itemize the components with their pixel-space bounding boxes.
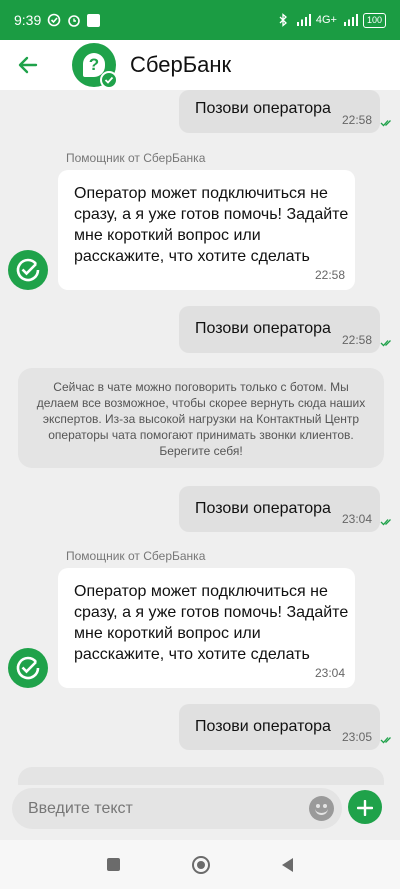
read-ticks-icon <box>380 519 391 526</box>
message-time: 23:05 <box>341 730 372 744</box>
message-time: 23:04 <box>314 666 345 680</box>
sender-name: Помощник от СберБанка <box>66 549 206 563</box>
network-type: 4G+ <box>315 14 337 26</box>
chat-title: СберБанк <box>130 52 232 77</box>
incoming-message[interactable]: Оператор может подключиться не сразу, а … <box>58 170 355 290</box>
message-text: Позови оператора <box>195 320 331 337</box>
system-notice: Сейчас в чате можно поговорить только с … <box>18 368 384 468</box>
bluetooth-icon <box>276 13 290 27</box>
sender-name: Помощник от СберБанка <box>66 151 206 165</box>
battery-icon: 100 <box>362 12 386 28</box>
alarm-icon <box>67 13 81 27</box>
sber-status-icon <box>47 13 61 27</box>
outgoing-message[interactable]: Позови оператора 22:58 <box>179 90 391 133</box>
status-time: 9:39 <box>14 12 42 28</box>
bot-avatar-icon <box>8 250 48 290</box>
read-ticks-icon <box>380 737 391 744</box>
notification-icon <box>87 13 101 27</box>
message-time: 22:58 <box>341 113 372 127</box>
message-time: 22:58 <box>314 268 345 282</box>
recents-icon[interactable] <box>107 858 120 871</box>
message-composer <box>0 785 400 840</box>
verified-badge-icon <box>100 71 118 89</box>
status-bar: 9:39 4G+ 100 <box>0 0 400 40</box>
message-text: Оператор может подключиться не сразу, а … <box>74 185 349 265</box>
message-input[interactable] <box>28 788 298 829</box>
message-text: Позови оператора <box>195 500 331 517</box>
chat-header: ? СберБанк <box>0 40 400 90</box>
incoming-message[interactable]: Оператор может подключиться не сразу, а … <box>58 568 355 688</box>
message-text: Позови оператора <box>195 100 331 117</box>
add-button[interactable] <box>348 790 382 824</box>
message-time: 22:58 <box>341 333 372 347</box>
outgoing-message[interactable]: Позови оператора 23:05 <box>179 704 391 750</box>
outgoing-message[interactable]: Позови оператора 23:04 <box>179 486 391 532</box>
emoji-icon[interactable] <box>309 796 334 821</box>
message-time: 23:04 <box>341 512 372 526</box>
read-ticks-icon <box>380 340 391 347</box>
chat-messages[interactable]: Позови оператора 22:58 Помощник от СберБ… <box>0 90 400 785</box>
bot-avatar-icon <box>8 648 48 688</box>
plus-icon <box>356 799 374 817</box>
message-text: Позови оператора <box>195 718 331 735</box>
home-icon[interactable] <box>192 855 210 874</box>
system-navigation-bar <box>0 840 400 889</box>
arrow-left-icon <box>18 56 38 74</box>
cut-off-message <box>18 767 384 785</box>
outgoing-message[interactable]: Позови оператора 22:58 <box>179 306 391 353</box>
message-text: Оператор может подключиться не сразу, а … <box>74 583 349 663</box>
signal-icon-2 <box>343 13 358 27</box>
signal-icon <box>296 13 311 27</box>
system-notice-text: Сейчас в чате можно поговорить только с … <box>36 380 366 458</box>
back-button[interactable] <box>0 40 56 90</box>
chat-avatar[interactable]: ? <box>72 43 118 89</box>
read-ticks-icon <box>380 120 391 127</box>
back-triangle-icon[interactable] <box>282 857 293 872</box>
message-input-wrapper <box>12 788 342 829</box>
